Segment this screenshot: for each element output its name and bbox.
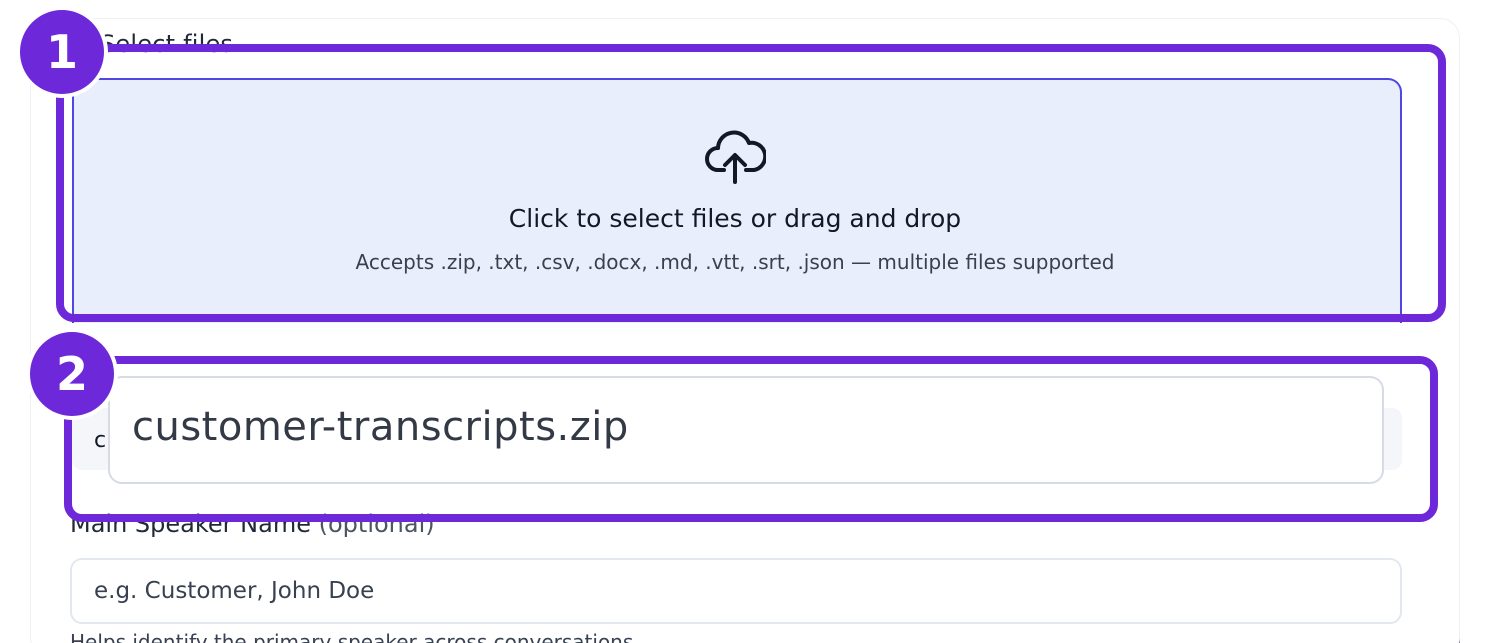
speaker-name-label-text: Main Speaker Name (70, 510, 311, 538)
dropzone-title: Click to select files or drag and drop (508, 204, 962, 233)
speaker-help-text: Helps identify the primary speaker acros… (70, 630, 634, 643)
cloud-upload-icon (705, 130, 766, 184)
annotation-badge-2: 2 (26, 328, 118, 420)
file-list-row-text: c (94, 428, 107, 453)
annotation-badge-1: 1 (16, 6, 108, 98)
stage: Select files Click to select files or dr… (0, 0, 1500, 643)
speaker-name-label: Main Speaker Name (optional) (70, 510, 435, 538)
optional-tag: (optional) (318, 510, 435, 538)
speaker-name-input[interactable] (70, 558, 1402, 624)
dropzone-accepted-types: Accepts .zip, .txt, .csv, .docx, .md, .v… (355, 250, 1115, 274)
file-dropzone[interactable] (72, 78, 1402, 323)
section-label: Select files (100, 30, 234, 58)
selected-file-name: customer-transcripts.zip (132, 404, 629, 450)
